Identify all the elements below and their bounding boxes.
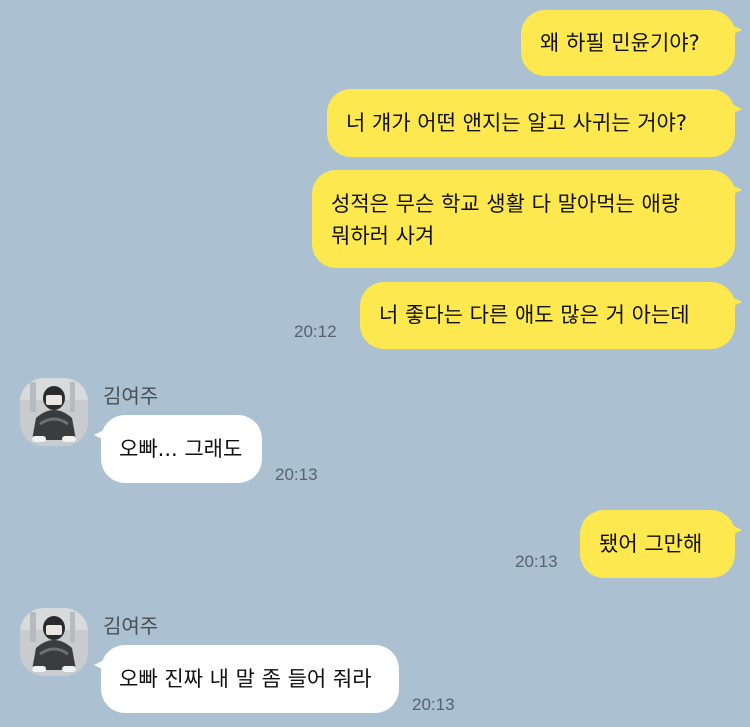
received-message-1[interactable]: 오빠... 그래도	[94, 415, 262, 483]
timestamp: 20:13	[515, 552, 558, 571]
sender-name: 김여주	[103, 614, 159, 638]
message-text: 너 걔가 어떤 앤지는 알고 사귀는 거야?	[346, 111, 687, 135]
message-text-line: 성적은 무슨 학교 생활 다 말아먹는 애랑	[331, 192, 681, 216]
timestamp: 20:12	[294, 322, 337, 341]
sent-message-4[interactable]: 너 좋다는 다른 애도 많은 거 아는데	[360, 282, 742, 349]
sent-message-3[interactable]: 성적은 무슨 학교 생활 다 말아먹는 애랑 뭐하러 사겨	[312, 170, 742, 268]
message-text-line: 뭐하러 사겨	[331, 224, 435, 248]
sent-message-5[interactable]: 됐어 그만해	[580, 510, 742, 578]
sent-message-2[interactable]: 너 걔가 어떤 앤지는 알고 사귀는 거야?	[327, 89, 742, 157]
message-text: 오빠 진짜 내 말 좀 들어 줘라	[119, 667, 372, 691]
profile-photo-icon	[20, 608, 88, 676]
timestamp: 20:13	[412, 695, 455, 714]
avatar[interactable]	[20, 378, 88, 446]
message-text: 오빠... 그래도	[119, 437, 243, 461]
received-message-2[interactable]: 오빠 진짜 내 말 좀 들어 줘라	[94, 645, 399, 713]
message-text: 됐어 그만해	[599, 532, 703, 556]
profile-photo-icon	[20, 378, 88, 446]
sent-message-1[interactable]: 왜 하필 민윤기야?	[521, 10, 742, 76]
timestamp: 20:13	[275, 465, 318, 484]
message-text: 너 좋다는 다른 애도 많은 거 아는데	[379, 303, 690, 327]
sender-name: 김여주	[103, 384, 159, 408]
avatar[interactable]	[20, 608, 88, 676]
message-text: 왜 하필 민윤기야?	[540, 31, 700, 55]
